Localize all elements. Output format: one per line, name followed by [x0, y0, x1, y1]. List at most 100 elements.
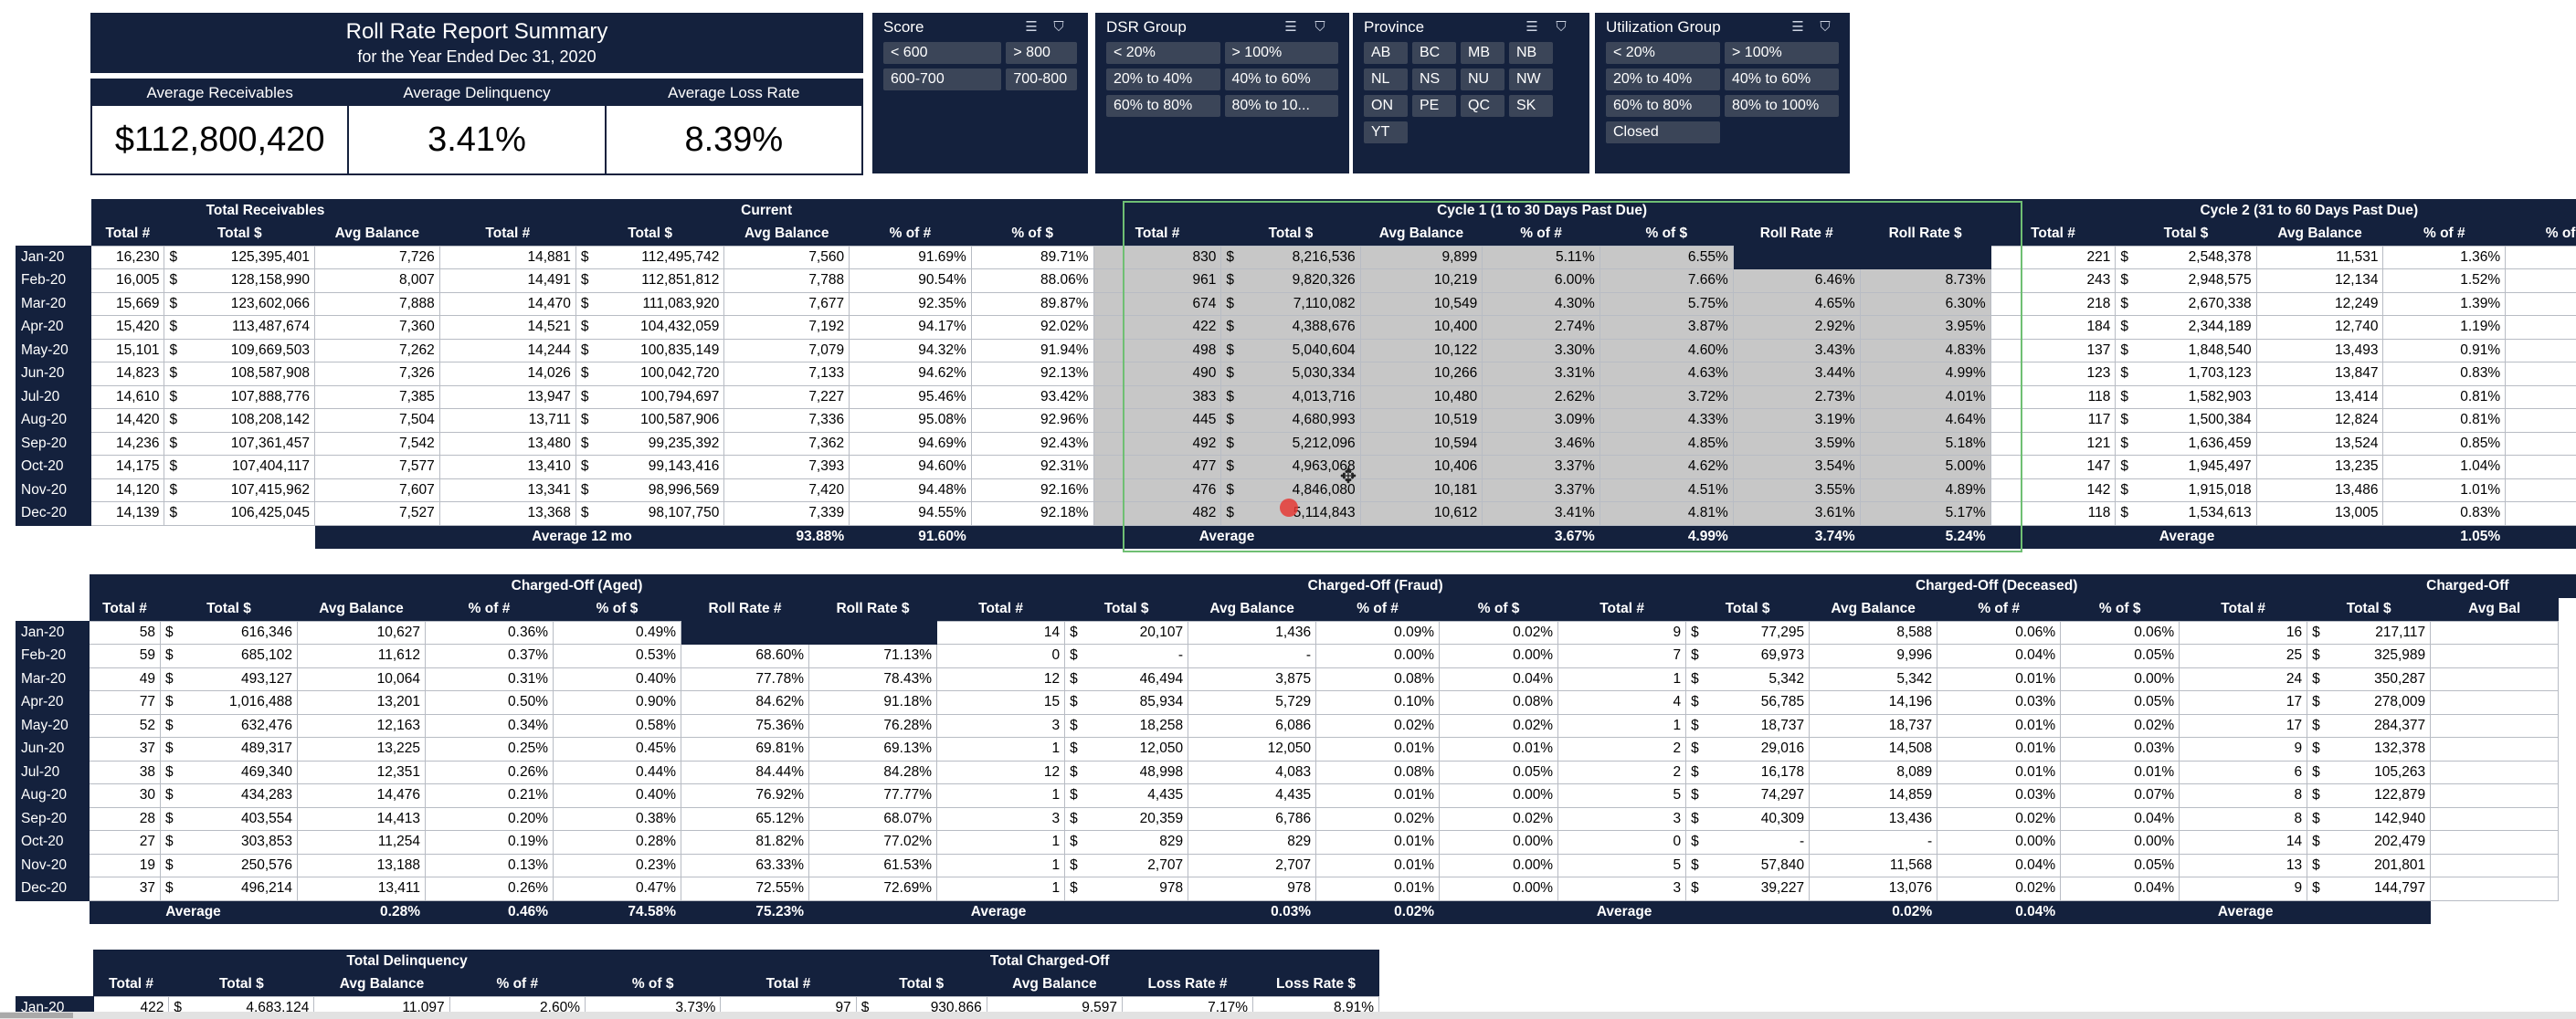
slicer-item[interactable]: 60% to 80%	[1106, 95, 1220, 117]
slicer-item[interactable]: 20% to 40%	[1606, 68, 1720, 90]
cell: 3.44%	[1732, 362, 1861, 386]
month-label: Jun-20	[16, 737, 90, 762]
table-row: Jun-20 37 $489,317 13,225 0.25% 0.45% 69.81% 69…	[16, 737, 2576, 762]
slicer-item[interactable]: NB	[1509, 42, 1553, 64]
cell: 63.33%	[681, 853, 809, 877]
cell: 1,915,018	[2134, 478, 2257, 502]
multi-select-icon[interactable]: ☰	[1787, 18, 1809, 37]
cell: 14,236	[90, 431, 165, 456]
table-row: Aug-20 30 $434,283 14,476 0.21% 0.40% 76.92% 77…	[16, 783, 2576, 808]
slicer-item[interactable]: 20% to 40%	[1106, 68, 1220, 90]
cell: 1	[935, 783, 1066, 808]
slicer-item[interactable]: 600-700	[883, 68, 1002, 90]
cell: 7,888	[314, 291, 440, 316]
slicer-item[interactable]: 80% to 100%	[1725, 95, 1839, 117]
cell: 1.57%	[2505, 362, 2576, 386]
currency-symbol: $	[1064, 783, 1083, 808]
currency-symbol: $	[575, 431, 595, 456]
slicer-item[interactable]: 40% to 60%	[1224, 68, 1338, 90]
clear-filter-icon[interactable]: ⛉	[1814, 18, 1836, 37]
clear-filter-icon[interactable]: ⛉	[1048, 18, 1070, 37]
slicer-title: Utilization Group	[1606, 18, 1721, 36]
currency-symbol: $	[164, 431, 184, 456]
slicer-item[interactable]: BC	[1412, 42, 1456, 64]
cell: 2	[1557, 737, 1687, 762]
currency-symbol: $	[164, 315, 184, 340]
slicer-item[interactable]: NL	[1364, 68, 1408, 90]
cell: 0.20%	[425, 806, 554, 831]
cell: 0.02%	[1315, 713, 1441, 738]
multi-select-icon[interactable]: ☰	[1280, 18, 1302, 37]
slicer-item[interactable]: 40% to 60%	[1725, 68, 1839, 90]
currency-symbol: $	[1685, 644, 1705, 668]
cell: 4,435	[1188, 783, 1317, 808]
cell: 16,178	[1704, 760, 1811, 784]
slicer-item[interactable]: ON	[1364, 95, 1408, 117]
slicer-item[interactable]: PE	[1412, 95, 1456, 117]
average-cell: 1.77%	[2505, 524, 2576, 549]
column-header: Avg Balance	[1360, 222, 1483, 246]
slicer-item[interactable]: YT	[1364, 121, 1408, 143]
multi-select-icon[interactable]: ☰	[1020, 18, 1042, 37]
group-header: Total Delinquency	[93, 950, 721, 973]
currency-symbol: $	[164, 455, 184, 479]
kpi-average-loss-rate: Average Loss Rate 8.39%	[606, 80, 861, 173]
currency-symbol: $	[1685, 713, 1705, 738]
cell: 3	[1557, 806, 1687, 831]
cell: 112,495,742	[594, 245, 725, 269]
cell: 0.04%	[1439, 667, 1559, 691]
slicer-item[interactable]: < 600	[883, 42, 1002, 64]
cell: 0.21%	[425, 783, 554, 808]
horizontal-scrollbar[interactable]	[0, 1012, 2576, 1019]
report-title: Roll Rate Report Summary	[345, 19, 608, 44]
slicer-item[interactable]: NS	[1412, 68, 1456, 90]
clear-filter-icon[interactable]: ⛉	[1309, 18, 1331, 37]
cell: 0.04%	[1937, 644, 2062, 668]
column-header: % of $	[553, 597, 681, 621]
slicer-item[interactable]: < 20%	[1106, 42, 1220, 64]
cell: 7.66%	[1599, 268, 1734, 293]
cell: 2.03%	[2505, 245, 2576, 269]
cell: 98,996,569	[594, 478, 725, 502]
cell	[2430, 783, 2560, 808]
slicer-item[interactable]: 700-800	[1006, 68, 1077, 90]
slicer-item[interactable]: > 100%	[1224, 42, 1338, 64]
clear-filter-icon[interactable]: ⛉	[1550, 18, 1572, 37]
scrollbar-thumb[interactable]	[0, 1013, 73, 1018]
slicer-item[interactable]: SK	[1509, 95, 1553, 117]
cell: 284,377	[2325, 713, 2432, 738]
cell: 3	[935, 806, 1066, 831]
cell: 1.39%	[2382, 291, 2507, 316]
slicer-item[interactable]: < 20%	[1606, 42, 1720, 64]
slicer-item[interactable]: AB	[1364, 42, 1408, 64]
slicer-item[interactable]: NW	[1509, 68, 1553, 90]
cell: 7,262	[314, 338, 440, 362]
column-header: Loss Rate $	[1252, 972, 1379, 996]
slicer-item[interactable]: NU	[1461, 68, 1504, 90]
cell: 69,973	[1704, 644, 1811, 668]
slicer-item[interactable]: 60% to 80%	[1606, 95, 1720, 117]
cell: 7,726	[314, 245, 440, 269]
currency-symbol: $	[1685, 620, 1705, 645]
cell: 24	[2179, 667, 2308, 691]
slicer-item[interactable]: MB	[1461, 42, 1504, 64]
cell: 0.91%	[2382, 338, 2507, 362]
currency-symbol: $	[2115, 362, 2135, 386]
cell: 5,040,604	[1240, 338, 1361, 362]
average-cell	[90, 524, 315, 549]
slicer-item[interactable]: > 800	[1006, 42, 1077, 64]
month-label: Jan-20	[16, 620, 90, 645]
slicer-item[interactable]: Closed	[1606, 121, 1720, 143]
cell: 1	[935, 830, 1066, 855]
cell: 0.01%	[1315, 830, 1441, 855]
multi-select-icon[interactable]: ☰	[1521, 18, 1543, 37]
month-label: Feb-20	[16, 644, 90, 668]
cell: 84.62%	[681, 690, 809, 715]
cell: 16	[2179, 620, 2308, 645]
slicer-item[interactable]: > 100%	[1725, 42, 1839, 64]
cell: 69.81%	[681, 737, 809, 762]
cell: 89.71%	[970, 245, 1094, 269]
slicer-item[interactable]: QC	[1461, 95, 1504, 117]
slicer-item[interactable]: 80% to 10...	[1224, 95, 1338, 117]
column-header: Avg Bal	[2430, 597, 2559, 621]
